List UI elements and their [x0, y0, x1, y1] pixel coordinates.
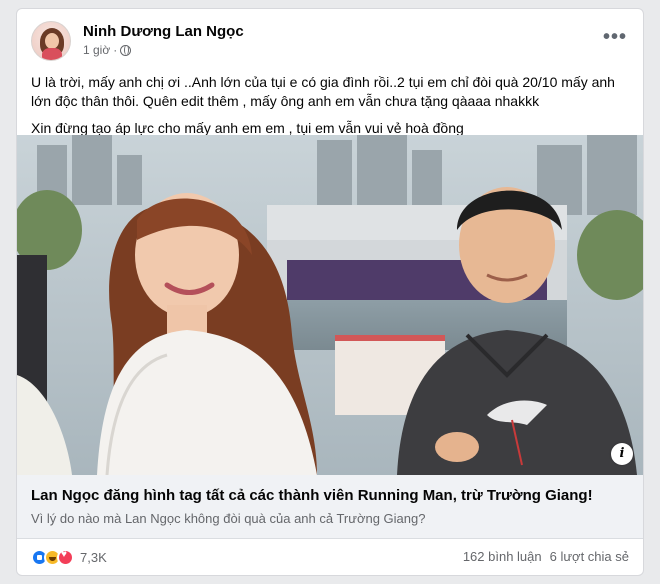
post-time[interactable]: 1 giờ	[83, 43, 110, 57]
post-paragraph: U là trời, mấy anh chị ơi ..Anh lớn của …	[31, 74, 615, 109]
reactions-summary[interactable]: 7,3K	[31, 549, 107, 566]
more-options-icon[interactable]: •••	[603, 27, 627, 47]
author-avatar[interactable]	[31, 21, 71, 61]
link-title[interactable]: Lan Ngọc đăng hình tag tất cả các thành …	[31, 487, 593, 504]
link-preview[interactable]: Lan Ngọc đăng hình tag tất cả các thành …	[17, 475, 643, 539]
love-icon	[57, 549, 74, 566]
post-stats: 162 bình luận 6 lượt chia sẻ	[463, 549, 629, 564]
post-header: Ninh Dương Lan Ngọc 1 giờ · •••	[31, 21, 629, 61]
author-name[interactable]: Ninh Dương Lan Ngọc	[83, 23, 244, 40]
share-count[interactable]: 6 lượt chia sẻ	[550, 549, 629, 564]
facebook-post-card: Ninh Dương Lan Ngọc 1 giờ · ••• U là trờ…	[16, 8, 644, 576]
post-meta: 1 giờ ·	[83, 43, 132, 57]
reaction-count: 7,3K	[80, 550, 107, 565]
globe-icon[interactable]	[120, 44, 132, 56]
post-footer: 7,3K 162 bình luận 6 lượt chia sẻ	[31, 549, 629, 569]
preview-photo	[17, 135, 643, 475]
link-preview-image[interactable]: i	[17, 135, 643, 475]
link-description: Vì lý do nào mà Lan Ngọc không đòi quà c…	[31, 511, 426, 526]
info-icon[interactable]: i	[611, 443, 633, 465]
comment-count[interactable]: 162 bình luận	[463, 549, 542, 564]
